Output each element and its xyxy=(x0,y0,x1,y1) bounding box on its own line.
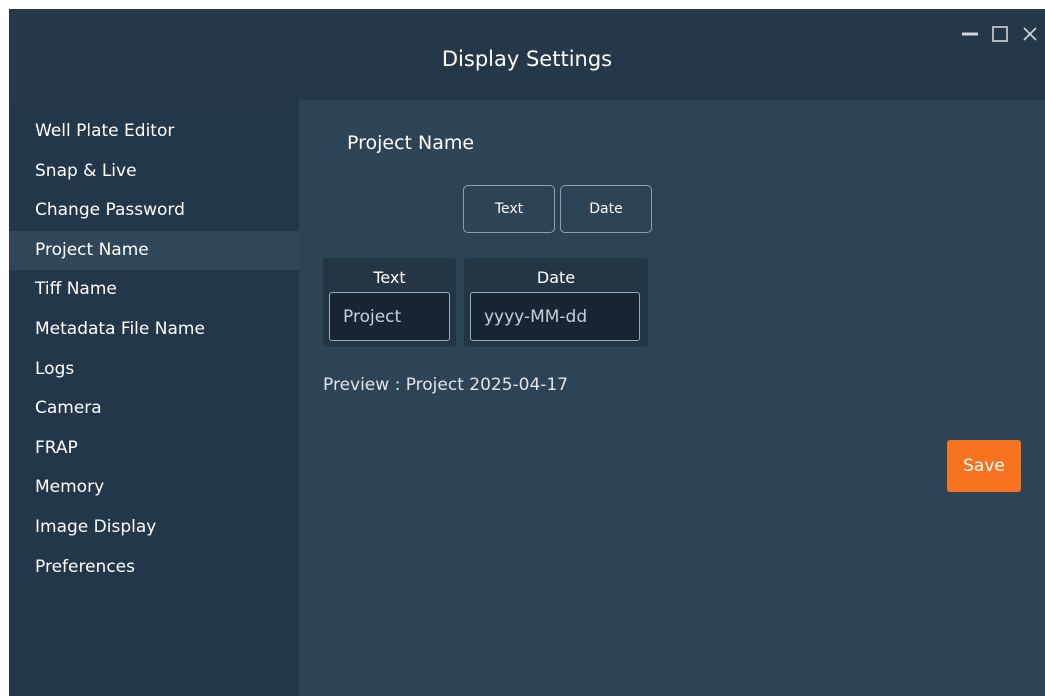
date-field-label: Date xyxy=(536,268,576,287)
add-date-button[interactable]: Date xyxy=(560,185,652,233)
sidebar-item-tiff-name[interactable]: Tiff Name xyxy=(9,270,299,310)
window-title: Display Settings xyxy=(441,47,613,71)
preview-text: Preview : Project 2025-04-17 xyxy=(323,375,569,395)
add-text-button[interactable]: Text xyxy=(463,185,555,233)
date-field-card[interactable]: Date xyxy=(464,258,648,347)
sidebar-item-snap-live[interactable]: Snap & Live xyxy=(9,152,299,192)
settings-sidebar: Well Plate Editor Snap & Live Change Pas… xyxy=(9,100,299,696)
sidebar-item-preferences[interactable]: Preferences xyxy=(9,548,299,588)
sidebar-item-frap[interactable]: FRAP xyxy=(9,429,299,469)
maximize-button[interactable] xyxy=(985,23,1015,45)
window-controls xyxy=(955,23,1045,45)
sidebar-item-logs[interactable]: Logs xyxy=(9,350,299,390)
save-button[interactable]: Save xyxy=(947,440,1021,492)
sidebar-item-image-display[interactable]: Image Display xyxy=(9,508,299,548)
text-field-label: Text xyxy=(373,268,406,287)
minimize-button[interactable] xyxy=(955,23,985,45)
project-name-panel: Project Name Text Date Text Date Preview… xyxy=(299,100,1045,696)
sidebar-item-camera[interactable]: Camera xyxy=(9,389,299,429)
date-format-input[interactable] xyxy=(470,292,640,341)
close-button[interactable] xyxy=(1015,23,1045,45)
sidebar-item-metadata-file-name[interactable]: Metadata File Name xyxy=(9,310,299,350)
maximize-icon xyxy=(992,26,1008,42)
sidebar-item-memory[interactable]: Memory xyxy=(9,468,299,508)
title-bar: Display Settings xyxy=(9,9,1045,100)
minimize-icon xyxy=(962,32,978,36)
sidebar-item-change-password[interactable]: Change Password xyxy=(9,191,299,231)
display-settings-window: Display Settings Well Plate Editor Snap … xyxy=(9,9,1045,696)
sidebar-item-well-plate-editor[interactable]: Well Plate Editor xyxy=(9,112,299,152)
section-title: Project Name xyxy=(347,132,475,154)
sidebar-item-project-name[interactable]: Project Name xyxy=(9,230,299,271)
text-field-card[interactable]: Text xyxy=(323,258,456,347)
close-icon xyxy=(1023,27,1037,41)
text-field-input[interactable] xyxy=(329,292,450,341)
